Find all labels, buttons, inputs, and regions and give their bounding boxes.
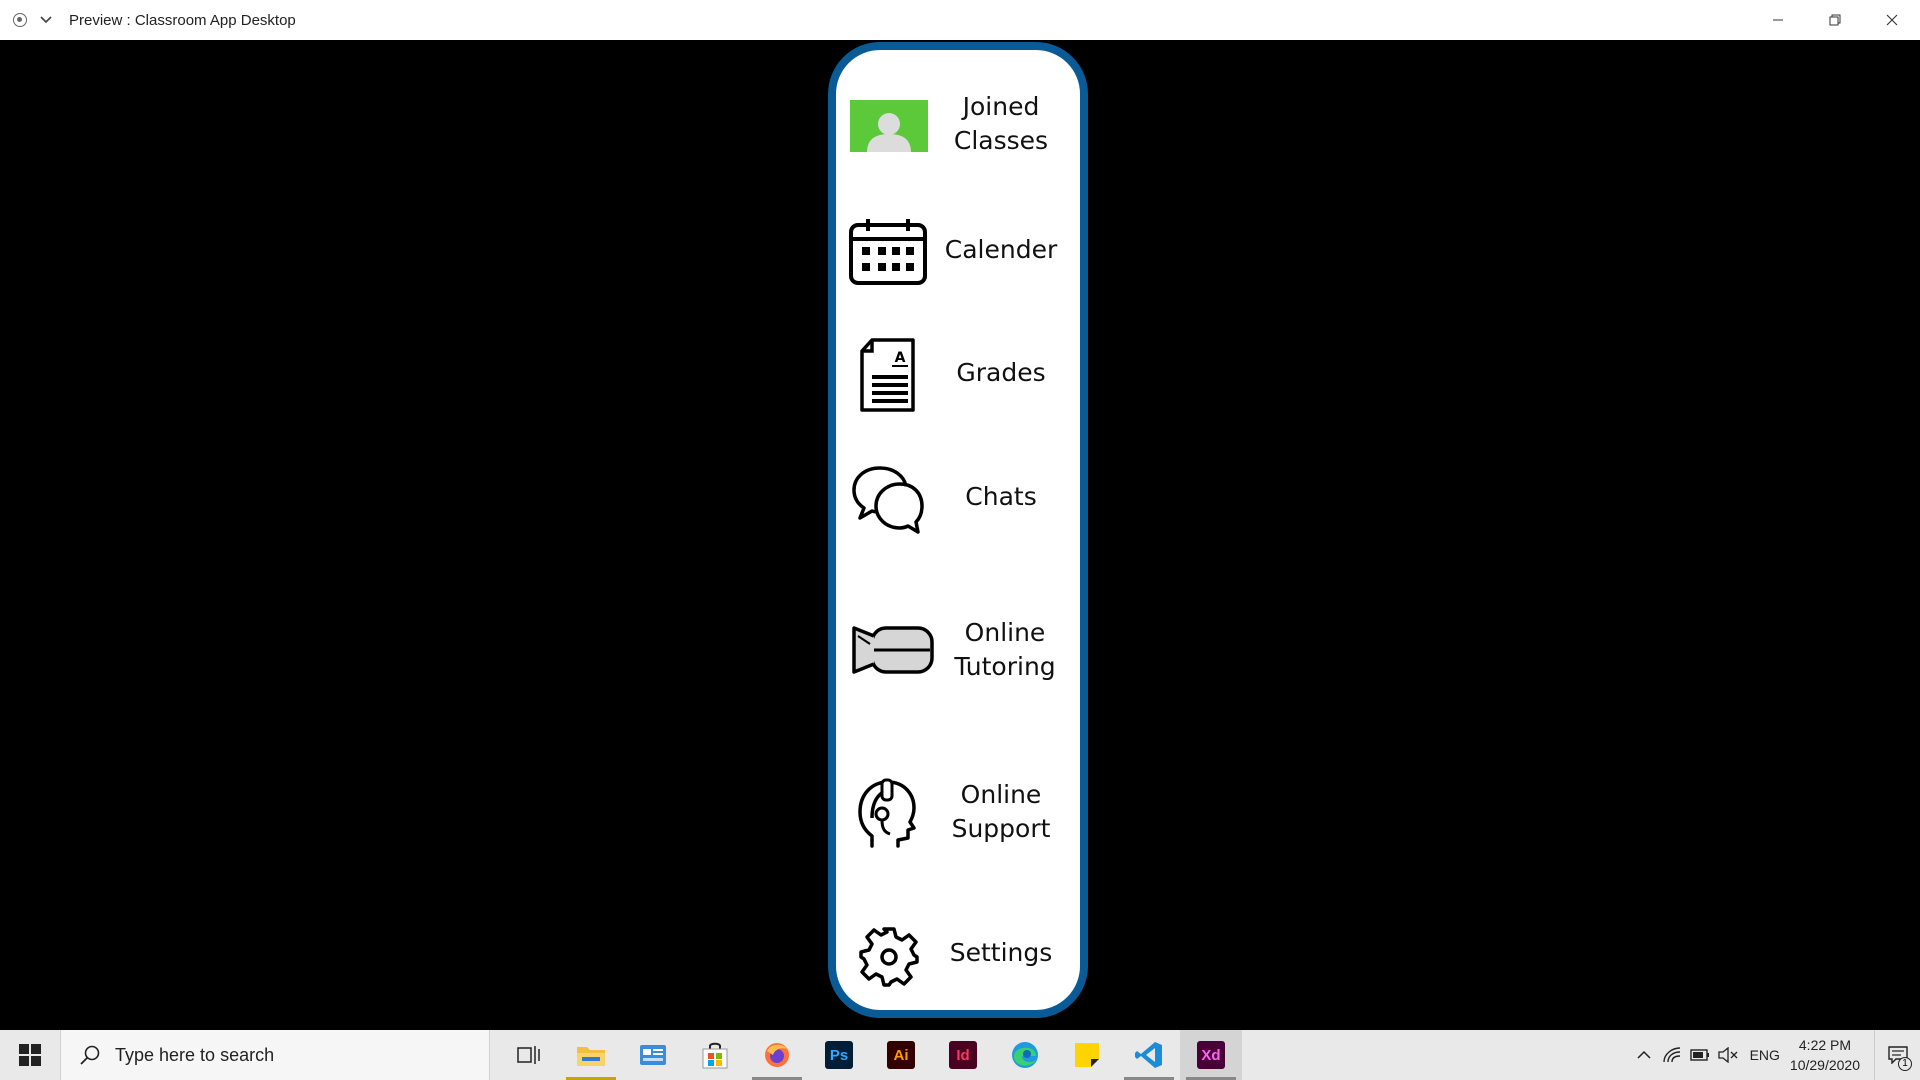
nav-item-online-support[interactable]: Online Support xyxy=(836,772,1080,852)
store-bag-icon xyxy=(702,1042,728,1069)
nav-label-online-support: Online Support xyxy=(951,780,1051,843)
nav-panel: Joined Classes Calender A Grades Chats O… xyxy=(828,42,1088,1018)
firefox-icon xyxy=(765,1043,789,1067)
nav-label-online-tutoring: Online Tutoring xyxy=(954,618,1056,681)
restore-button[interactable] xyxy=(1806,0,1863,40)
control-panel-icon xyxy=(640,1045,666,1065)
task-view-button[interactable] xyxy=(498,1030,560,1080)
nav-label-joined-classes: Joined Classes xyxy=(953,92,1049,155)
battery-button[interactable] xyxy=(1686,1030,1714,1080)
support-headset-icon xyxy=(854,778,918,850)
illustrator-icon: Ai xyxy=(887,1041,915,1069)
minimize-button[interactable] xyxy=(1749,0,1806,40)
photoshop-icon: Ps xyxy=(825,1041,853,1069)
minimize-icon xyxy=(1772,19,1783,21)
nav-item-grades[interactable]: A Grades xyxy=(836,332,1080,416)
nav-label-calender: Calender xyxy=(944,235,1058,264)
nav-label-chats: Chats xyxy=(965,482,1037,511)
system-tray: ENG 4:22 PM 10/29/2020 1 xyxy=(1630,1030,1920,1080)
volume-muted-icon xyxy=(1717,1047,1738,1063)
video-camera-icon xyxy=(850,622,936,678)
gear-icon xyxy=(858,926,920,988)
svg-text:A: A xyxy=(895,350,906,366)
taskbar-search-box[interactable]: Type here to search xyxy=(60,1030,490,1080)
taskbar-sticky-notes[interactable] xyxy=(1056,1030,1118,1080)
chat-bubbles-icon xyxy=(850,464,926,534)
taskbar-apps: Ps Ai Id Xd xyxy=(498,1030,1242,1080)
taskbar-edge[interactable] xyxy=(994,1030,1056,1080)
window-controls xyxy=(1749,0,1920,40)
nav-item-calender[interactable]: Calender xyxy=(836,213,1080,289)
task-view-icon xyxy=(517,1046,540,1064)
wifi-icon xyxy=(1662,1047,1680,1063)
nav-label-settings: Settings xyxy=(949,938,1053,967)
search-placeholder: Type here to search xyxy=(115,1044,275,1065)
taskbar-photoshop[interactable]: Ps xyxy=(808,1030,870,1080)
volume-button[interactable] xyxy=(1714,1030,1742,1080)
grades-document-icon: A xyxy=(858,337,918,413)
taskbar-microsoft-store[interactable] xyxy=(684,1030,746,1080)
edge-icon xyxy=(1012,1042,1038,1068)
folder-icon xyxy=(577,1047,605,1066)
taskbar-vscode[interactable] xyxy=(1118,1030,1180,1080)
clock-time: 4:22 PM xyxy=(1798,1037,1852,1053)
record-icon[interactable] xyxy=(13,13,27,27)
input-language[interactable]: ENG xyxy=(1750,1047,1780,1063)
taskbar-firefox[interactable] xyxy=(746,1030,808,1080)
action-center-button[interactable]: 1 xyxy=(1874,1030,1920,1080)
show-hidden-icons-button[interactable] xyxy=(1630,1030,1658,1080)
taskbar-illustrator[interactable]: Ai xyxy=(870,1030,932,1080)
window-titlebar: Preview : Classroom App Desktop xyxy=(0,0,1920,40)
adobe-xd-icon: Xd xyxy=(1197,1041,1225,1069)
clock-date: 10/29/2020 xyxy=(1789,1057,1860,1073)
chevron-down-icon[interactable] xyxy=(39,13,53,27)
notification-count-badge: 1 xyxy=(1898,1057,1912,1071)
calendar-icon xyxy=(848,217,928,287)
start-button[interactable] xyxy=(0,1030,60,1080)
search-icon xyxy=(80,1045,100,1065)
nav-item-settings[interactable]: Settings xyxy=(836,922,1080,992)
vscode-icon xyxy=(1135,1042,1162,1068)
nav-label-grades: Grades xyxy=(956,358,1046,387)
nav-item-joined-classes[interactable]: Joined Classes xyxy=(836,90,1080,170)
nav-item-chats[interactable]: Chats xyxy=(836,460,1080,536)
taskbar-control-panel[interactable] xyxy=(622,1030,684,1080)
close-button[interactable] xyxy=(1863,0,1920,40)
classes-avatar-icon xyxy=(850,100,928,152)
nav-item-online-tutoring[interactable]: Online Tutoring xyxy=(836,610,1080,690)
sticky-notes-icon xyxy=(1075,1043,1099,1067)
taskbar-adobe-xd[interactable]: Xd xyxy=(1180,1030,1242,1080)
clock[interactable]: 4:22 PM 10/29/2020 xyxy=(1790,1035,1860,1075)
window-title: Preview : Classroom App Desktop xyxy=(69,11,296,29)
chevron-up-icon xyxy=(1637,1050,1651,1059)
restore-icon xyxy=(1829,14,1840,26)
battery-icon xyxy=(1689,1049,1709,1061)
taskbar: Type here to search Ps Ai Id Xd ENG 4:22… xyxy=(0,1030,1920,1080)
taskbar-indesign[interactable]: Id xyxy=(932,1030,994,1080)
indesign-icon: Id xyxy=(949,1041,977,1069)
network-button[interactable] xyxy=(1658,1030,1686,1080)
taskbar-file-explorer[interactable] xyxy=(560,1030,622,1080)
close-icon xyxy=(1886,14,1897,26)
windows-logo-icon xyxy=(19,1044,41,1066)
